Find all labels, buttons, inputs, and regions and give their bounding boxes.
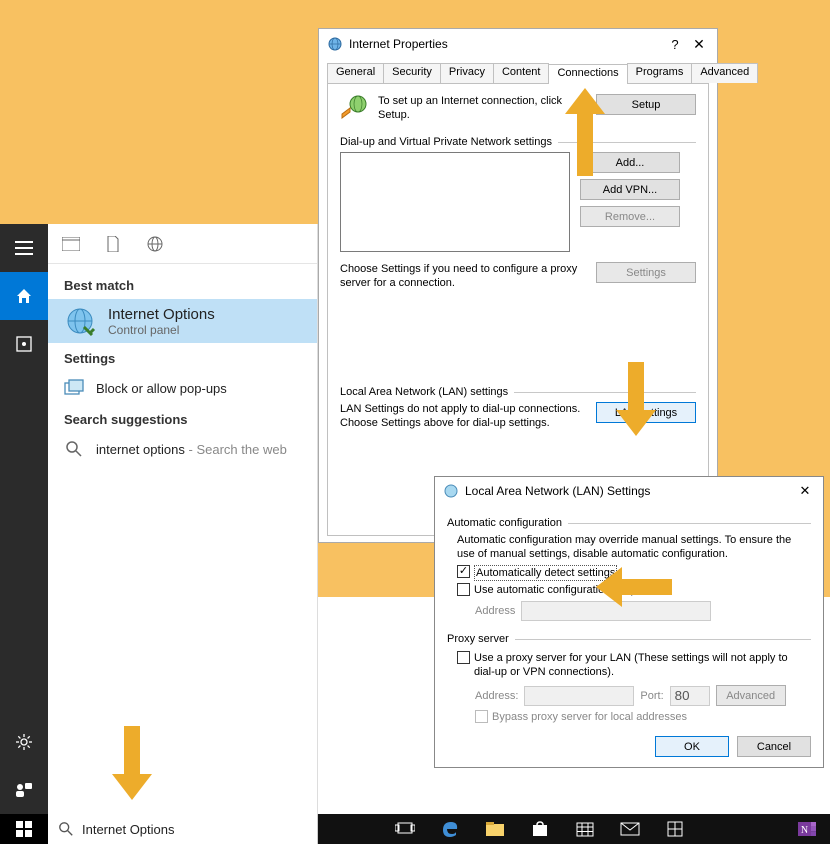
settings-header: Settings	[48, 343, 317, 372]
calendar-icon[interactable]	[562, 814, 607, 844]
ok-button[interactable]: OK	[655, 736, 729, 757]
suggestions-header: Search suggestions	[48, 404, 317, 433]
choose-settings-text: Choose Settings if you need to configure…	[340, 262, 586, 290]
setup-icon	[340, 94, 368, 122]
tab-advanced[interactable]: Advanced	[691, 63, 758, 83]
tab-connections[interactable]: Connections	[548, 64, 627, 84]
address-label: Address	[475, 605, 515, 617]
tab-general[interactable]: General	[327, 63, 384, 83]
title-text: Internet Properties	[349, 37, 663, 51]
suggestion-text: internet options	[96, 442, 185, 457]
internet-options-icon	[64, 305, 96, 337]
popups-label: Block or allow pop-ups	[96, 381, 227, 396]
globe-icon	[327, 36, 343, 52]
taskbar: Internet Options N	[0, 814, 830, 844]
setup-button[interactable]: Setup	[596, 94, 696, 115]
dialup-listbox[interactable]	[340, 152, 570, 252]
add-button[interactable]: Add...	[580, 152, 680, 173]
remove-button[interactable]: Remove...	[580, 206, 680, 227]
task-view-icon[interactable]	[382, 814, 427, 844]
onenote-icon[interactable]: N	[785, 814, 830, 844]
search-icon	[58, 821, 74, 837]
result-title: Internet Options	[108, 306, 215, 323]
store-icon[interactable]	[517, 814, 562, 844]
svg-text:N: N	[800, 825, 807, 836]
suggestion-hint: - Search the web	[185, 442, 287, 457]
bypass-label[interactable]: Bypass proxy server for local addresses	[492, 710, 687, 724]
lan-settings-button[interactable]: LAN settings	[596, 402, 696, 423]
window-icon[interactable]	[62, 235, 80, 253]
search-icon	[64, 439, 84, 459]
lan-close-button[interactable]: ✕	[793, 483, 817, 499]
tab-privacy[interactable]: Privacy	[440, 63, 494, 83]
search-text: Internet Options	[82, 822, 175, 837]
panel-top-icons	[48, 224, 317, 264]
feedback-icon[interactable]	[0, 766, 48, 814]
advanced-button[interactable]: Advanced	[716, 685, 786, 706]
edge-icon[interactable]	[427, 814, 472, 844]
autodetect-label[interactable]: Automatically detect settings	[474, 565, 617, 581]
settings-icon[interactable]	[0, 718, 48, 766]
proxy-group-label: Proxy server	[447, 633, 811, 645]
start-rail	[0, 224, 48, 814]
lan-titlebar[interactable]: Local Area Network (LAN) Settings ✕	[435, 477, 823, 505]
cancel-button[interactable]: Cancel	[737, 736, 811, 757]
settings-button[interactable]: Settings	[596, 262, 696, 283]
tab-content[interactable]: Content	[493, 63, 550, 83]
popups-icon	[64, 378, 84, 398]
result-block-popups[interactable]: Block or allow pop-ups	[48, 372, 317, 404]
lan-title-text: Local Area Network (LAN) Settings	[465, 484, 793, 498]
lan-icon	[443, 483, 459, 499]
taskbar-search[interactable]: Internet Options	[48, 814, 318, 844]
home-icon[interactable]	[0, 272, 48, 320]
proxy-port-input[interactable]	[670, 686, 710, 706]
titlebar[interactable]: Internet Properties ? ✕	[319, 29, 717, 59]
useproxy-checkbox[interactable]	[457, 651, 470, 664]
autoconf-desc: Automatic configuration may override man…	[457, 533, 805, 561]
close-button[interactable]: ✕	[687, 36, 711, 53]
tab-programs[interactable]: Programs	[627, 63, 693, 83]
result-subtitle: Control panel	[108, 323, 215, 337]
add-vpn-button[interactable]: Add VPN...	[580, 179, 680, 200]
dialup-section-label: Dial-up and Virtual Private Network sett…	[340, 136, 696, 148]
result-internet-options[interactable]: Internet Options Control panel	[48, 299, 317, 343]
web-icon[interactable]	[146, 235, 164, 253]
address-input[interactable]	[521, 601, 711, 621]
lan-section-label: Local Area Network (LAN) settings	[340, 386, 696, 398]
apps-icon[interactable]	[0, 320, 48, 368]
document-icon[interactable]	[104, 235, 122, 253]
bypass-checkbox[interactable]	[475, 710, 488, 723]
explorer-icon[interactable]	[472, 814, 517, 844]
start-button[interactable]	[0, 814, 48, 844]
help-button[interactable]: ?	[663, 37, 687, 52]
hamburger-icon[interactable]	[0, 224, 48, 272]
tabs: General Security Privacy Content Connect…	[327, 63, 709, 84]
start-search-panel: Best match Internet Options Control pane…	[48, 224, 318, 814]
usescript-label[interactable]: Use automatic configuration script	[474, 583, 640, 597]
proxy-address-label: Address:	[475, 690, 518, 702]
tab-security[interactable]: Security	[383, 63, 441, 83]
lan-desc-text: LAN Settings do not apply to dial-up con…	[340, 402, 586, 430]
internet-properties-dialog: Internet Properties ? ✕ General Security…	[318, 28, 718, 543]
proxy-address-input[interactable]	[524, 686, 634, 706]
useproxy-label[interactable]: Use a proxy server for your LAN (These s…	[474, 651, 794, 679]
tab-panel-connections: To set up an Internet connection, click …	[327, 84, 709, 536]
proxy-port-label: Port:	[640, 690, 663, 702]
usescript-checkbox[interactable]	[457, 583, 470, 596]
lan-settings-dialog: Local Area Network (LAN) Settings ✕ Auto…	[434, 476, 824, 768]
app-icon[interactable]	[652, 814, 697, 844]
autoconf-group-label: Automatic configuration	[447, 517, 811, 529]
setup-text: To set up an Internet connection, click …	[378, 94, 586, 122]
autodetect-checkbox[interactable]	[457, 565, 470, 578]
result-search-web[interactable]: internet options - Search the web	[48, 433, 317, 465]
best-match-header: Best match	[48, 270, 317, 299]
mail-icon[interactable]	[607, 814, 652, 844]
